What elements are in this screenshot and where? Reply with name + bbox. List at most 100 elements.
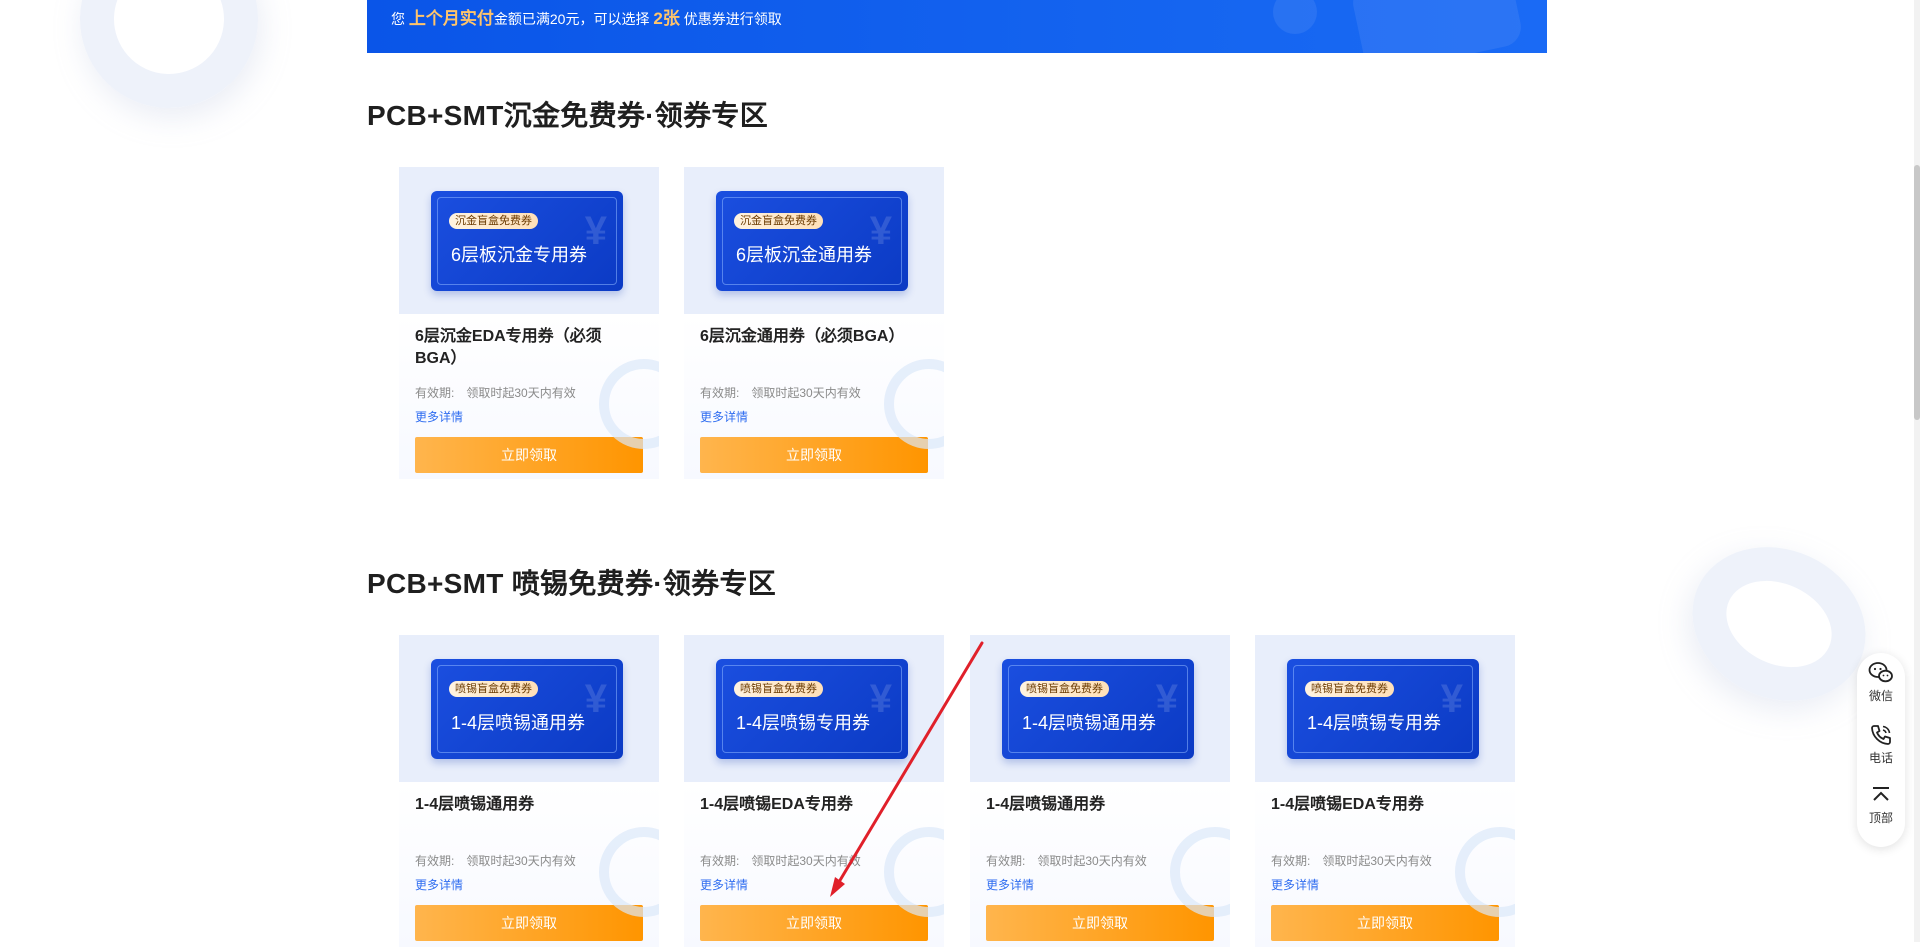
coupon-card-header: ¥ 喷锡盲盒免费券 1-4层喷锡通用券 [970, 635, 1230, 782]
wechat-icon [1868, 662, 1893, 683]
phone-icon [1871, 725, 1891, 745]
coupon-card-body: 6层沉金通用券（必须BGA） 有效期: 领取时起30天内有效 更多详情 立即领取 [684, 314, 944, 479]
banner-decoration [1273, 0, 1317, 34]
coupon-card-header: ¥ 沉金盲盒免费券 6层板沉金通用券 [684, 167, 944, 314]
coupon-validity: 有效期: 领取时起30天内有效 [700, 852, 861, 869]
coupon-title: 6层沉金通用券（必须BGA） [700, 328, 905, 345]
validity-value: 领取时起30天内有效 [1322, 854, 1432, 868]
validity-value: 领取时起30天内有效 [466, 854, 576, 868]
validity-label: 有效期: [415, 386, 455, 400]
validity-value: 领取时起30天内有效 [751, 386, 861, 400]
banner-decoration [1349, 0, 1525, 53]
coupon-ticket: ¥ 喷锡盲盒免费券 1-4层喷锡通用券 [1002, 659, 1194, 759]
coupon-card-body: 1-4层喷锡EDA专用券 有效期: 领取时起30天内有效 更多详情 立即领取 [1255, 782, 1515, 947]
banner-suffix: 优惠券进行领取 [683, 11, 782, 27]
claim-button[interactable]: 立即领取 [415, 905, 643, 941]
coupon-card: ¥ 沉金盲盒免费券 6层板沉金专用券 6层沉金EDA专用券（必须BGA） 有效期… [399, 167, 659, 479]
validity-label: 有效期: [700, 386, 740, 400]
coupon-title: 1-4层喷锡通用券 [986, 796, 1106, 813]
ticket-badge: 喷锡盲盒免费券 [449, 681, 538, 697]
validity-label: 有效期: [986, 854, 1026, 868]
yen-icon: ¥ [584, 209, 607, 253]
back-to-top-button[interactable]: 顶部 [1857, 777, 1905, 837]
tool-label: 微信 [1868, 689, 1893, 703]
scrollbar-thumb[interactable] [1914, 165, 1920, 420]
coupon-card-header: ¥ 喷锡盲盒免费券 1-4层喷锡专用券 [684, 635, 944, 782]
phone-button[interactable]: 电话 [1857, 715, 1905, 775]
yen-icon: ¥ [584, 677, 607, 721]
coupon-card-header: ¥ 喷锡盲盒免费券 1-4层喷锡专用券 [1255, 635, 1515, 782]
coupon-validity: 有效期: 领取时起30天内有效 [986, 852, 1147, 869]
coupon-ticket: ¥ 沉金盲盒免费券 6层板沉金通用券 [716, 191, 908, 291]
coupon-ticket: ¥ 喷锡盲盒免费券 1-4层喷锡专用券 [1287, 659, 1479, 759]
coupon-validity: 有效期: 领取时起30天内有效 [700, 384, 861, 401]
coupon-card-body: 1-4层喷锡EDA专用券 有效期: 领取时起30天内有效 更多详情 立即领取 [684, 782, 944, 947]
more-details-link[interactable]: 更多详情 [415, 408, 463, 425]
claim-button[interactable]: 立即领取 [415, 437, 643, 473]
ticket-badge: 喷锡盲盒免费券 [1305, 681, 1394, 697]
validity-value: 领取时起30天内有效 [751, 854, 861, 868]
ticket-badge: 沉金盲盒免费券 [449, 213, 538, 229]
coupon-card-body: 1-4层喷锡通用券 有效期: 领取时起30天内有效 更多详情 立即领取 [970, 782, 1230, 947]
scrollbar-track[interactable] [1914, 0, 1920, 942]
validity-label: 有效期: [1271, 854, 1311, 868]
coupon-card-body: 6层沉金EDA专用券（必须BGA） 有效期: 领取时起30天内有效 更多详情 立即… [399, 314, 659, 479]
ticket-badge: 喷锡盲盒免费券 [734, 681, 823, 697]
coupon-card: ¥ 喷锡盲盒免费券 1-4层喷锡通用券 1-4层喷锡通用券 有效期: 领取时起30… [970, 635, 1230, 947]
coupon-ticket: ¥ 沉金盲盒免费券 6层板沉金专用券 [431, 191, 623, 291]
yen-icon: ¥ [869, 209, 892, 253]
coupon-card: ¥ 喷锡盲盒免费券 1-4层喷锡通用券 1-4层喷锡通用券 有效期: 领取时起30… [399, 635, 659, 947]
coupon-validity: 有效期: 领取时起30天内有效 [1271, 852, 1432, 869]
tool-label: 顶部 [1868, 811, 1893, 825]
banner-highlight-paid: 上个月实付 [408, 9, 494, 28]
more-details-link[interactable]: 更多详情 [415, 876, 463, 893]
claim-button[interactable]: 立即领取 [700, 437, 928, 473]
banner-prefix: 您 [391, 11, 405, 27]
ticket-name: 6层板沉金专用券 [451, 245, 588, 265]
coupon-card: ¥ 沉金盲盒免费券 6层板沉金通用券 6层沉金通用券（必须BGA） 有效期: 领取… [684, 167, 944, 479]
coupon-title: 1-4层喷锡通用券 [415, 796, 535, 813]
coupon-ticket: ¥ 喷锡盲盒免费券 1-4层喷锡通用券 [431, 659, 623, 759]
ticket-name: 1-4层喷锡通用券 [451, 713, 586, 733]
validity-label: 有效期: [700, 854, 740, 868]
more-details-link[interactable]: 更多详情 [700, 408, 748, 425]
coupon-ticket: ¥ 喷锡盲盒免费券 1-4层喷锡专用券 [716, 659, 908, 759]
coupon-card: ¥ 喷锡盲盒免费券 1-4层喷锡专用券 1-4层喷锡EDA专用券 有效期: 领取时… [684, 635, 944, 947]
banner-middle: 金额已满20元，可以选择 [493, 11, 650, 27]
coupon-card-header: ¥ 喷锡盲盒免费券 1-4层喷锡通用券 [399, 635, 659, 782]
banner-text: 您 上个月实付金额已满20元，可以选择 2张 优惠券进行领取 [391, 4, 782, 29]
banner-highlight-count: 2张 [653, 9, 680, 28]
ticket-name: 1-4层喷锡专用券 [736, 713, 871, 733]
section-title-gold: PCB+SMT沉金免费券·领券专区 [367, 100, 768, 131]
more-details-link[interactable]: 更多详情 [700, 876, 748, 893]
validity-label: 有效期: [415, 854, 455, 868]
claim-button[interactable]: 立即领取 [986, 905, 1214, 941]
wechat-button[interactable]: 微信 [1857, 653, 1905, 713]
coupon-card: ¥ 喷锡盲盒免费券 1-4层喷锡专用券 1-4层喷锡EDA专用券 有效期: 领取时… [1255, 635, 1515, 947]
more-details-link[interactable]: 更多详情 [986, 876, 1034, 893]
yen-icon: ¥ [869, 677, 892, 721]
coupon-title: 1-4层喷锡EDA专用券 [700, 796, 853, 813]
floating-toolbar: 微信 电话 顶部 [1857, 653, 1905, 847]
more-details-link[interactable]: 更多详情 [1271, 876, 1319, 893]
ticket-badge: 喷锡盲盒免费券 [1020, 681, 1109, 697]
coupon-card-header: ¥ 沉金盲盒免费券 6层板沉金专用券 [399, 167, 659, 314]
claim-button[interactable]: 立即领取 [1271, 905, 1499, 941]
coupon-validity: 有效期: 领取时起30天内有效 [415, 384, 576, 401]
coupon-card-body: 1-4层喷锡通用券 有效期: 领取时起30天内有效 更多详情 立即领取 [399, 782, 659, 947]
yen-icon: ¥ [1155, 677, 1178, 721]
tool-label: 电话 [1868, 751, 1893, 765]
validity-value: 领取时起30天内有效 [466, 386, 576, 400]
coupon-title: 6层沉金EDA专用券（必须BGA） [415, 328, 602, 367]
promo-banner: 您 上个月实付金额已满20元，可以选择 2张 优惠券进行领取 [367, 0, 1547, 53]
decorative-ring [54, 0, 284, 134]
coupon-title: 1-4层喷锡EDA专用券 [1271, 796, 1424, 813]
back-to-top-icon [1873, 787, 1889, 801]
claim-button[interactable]: 立即领取 [700, 905, 928, 941]
ticket-badge: 沉金盲盒免费券 [734, 213, 823, 229]
ticket-name: 6层板沉金通用券 [736, 245, 873, 265]
yen-icon: ¥ [1440, 677, 1463, 721]
ticket-name: 1-4层喷锡通用券 [1022, 713, 1157, 733]
ticket-name: 1-4层喷锡专用券 [1307, 713, 1442, 733]
annotation-arrow [830, 641, 984, 897]
